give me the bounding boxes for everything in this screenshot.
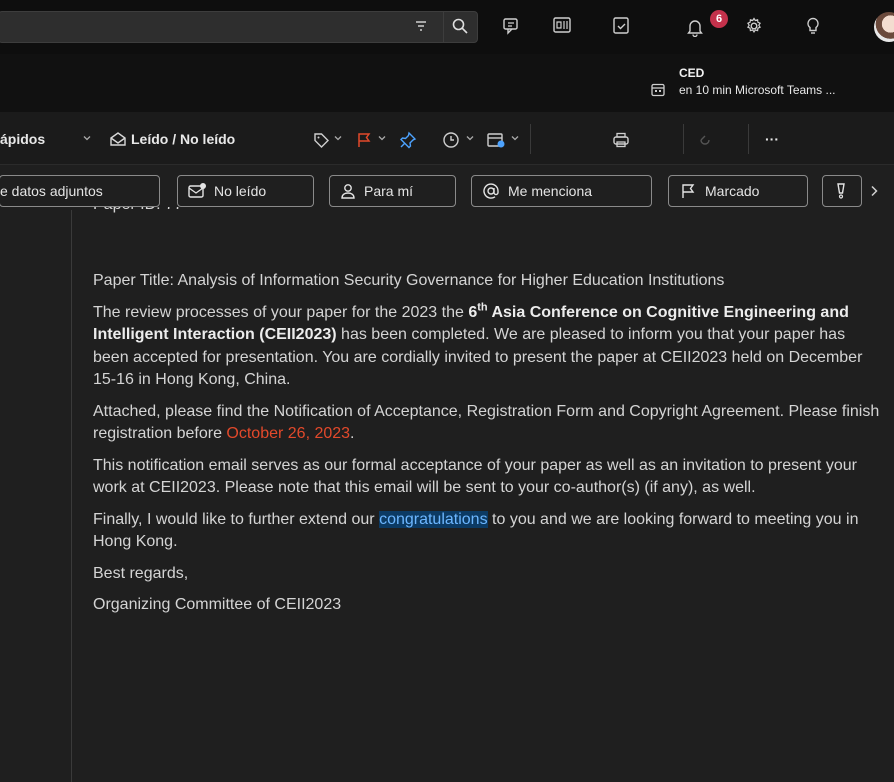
flag-outline-icon: [679, 182, 697, 200]
important-icon: [835, 182, 847, 200]
filter-important-chip[interactable]: [822, 175, 862, 207]
filter-to-me-chip[interactable]: Para mí: [329, 175, 456, 207]
rules-icon[interactable]: [486, 131, 506, 149]
ribbon-divider: [530, 124, 531, 154]
finally-paragraph: Finally, I would like to further extend …: [93, 509, 883, 554]
chevron-right-icon[interactable]: [868, 184, 880, 198]
highlighted-word[interactable]: congratulations: [379, 510, 488, 528]
paper-title: Paper Title: Analysis of Information Sec…: [93, 272, 725, 289]
paper-id-clip: Paper ID: 77: [93, 207, 883, 232]
reminder-title[interactable]: CED: [679, 66, 704, 80]
filter-flagged-chip[interactable]: Marcado: [668, 175, 808, 207]
lightbulb-icon[interactable]: [803, 16, 823, 36]
filter-mentions-chip[interactable]: Me menciona: [471, 175, 652, 207]
filter-to-me-label: Para mí: [364, 183, 414, 199]
notification-badge: 6: [710, 10, 728, 28]
review-paragraph: The review processes of your paper for t…: [93, 302, 883, 392]
signature: Organizing Committee of CEII2023: [93, 596, 342, 613]
reminder-subtitle[interactable]: en 10 min Microsoft Teams ...: [679, 83, 836, 97]
onenote-icon[interactable]: [552, 15, 572, 35]
tag-icon[interactable]: [312, 131, 330, 149]
ribbon-border: [0, 164, 894, 165]
gear-icon[interactable]: [744, 16, 764, 36]
review-text-1: The review processes of your paper for t…: [93, 303, 469, 321]
notification-paragraph: This notification email serves as our fo…: [93, 456, 857, 497]
pin-icon[interactable]: [399, 131, 417, 149]
ribbon-divider: [748, 124, 749, 154]
search-input[interactable]: [0, 11, 478, 43]
best-regards: Best regards,: [93, 564, 189, 582]
filter-attachments-chip[interactable]: e datos adjuntos: [0, 175, 160, 207]
bell-icon[interactable]: [685, 17, 705, 37]
email-body: Paper Title: Analysis of Information Sec…: [93, 270, 883, 617]
chevron-down-icon[interactable]: [510, 133, 520, 143]
read-unread-button[interactable]: Leído / No leído: [131, 131, 235, 147]
chevron-down-icon[interactable]: [82, 133, 92, 143]
search-icon[interactable]: [451, 17, 469, 35]
print-icon[interactable]: [612, 131, 630, 149]
person-icon: [340, 183, 356, 199]
paper-id: Paper ID: 77: [93, 207, 883, 217]
snooze-clock-icon[interactable]: [442, 131, 460, 149]
filter-attachments-label: e datos adjuntos: [0, 183, 103, 199]
envelope-open-icon[interactable]: [109, 130, 127, 148]
quick-steps-label[interactable]: ápidos: [0, 131, 45, 147]
unread-mail-icon: [188, 183, 206, 199]
finally-text-1: Finally, I would like to further extend …: [93, 510, 380, 528]
reading-pane-border: [71, 210, 72, 782]
at-sign-icon: [482, 182, 500, 200]
attached-text-1: Attached, please find the Notification o…: [93, 402, 880, 443]
calendar-icon: [650, 82, 666, 98]
filter-unread-chip[interactable]: No leído: [177, 175, 314, 207]
filter-mentions-label: Me menciona: [508, 183, 593, 199]
ordinal-number: 6: [468, 303, 478, 321]
search-divider: [443, 12, 444, 42]
filter-icon[interactable]: [414, 19, 428, 33]
undo-icon[interactable]: [696, 131, 714, 149]
chevron-down-icon[interactable]: [377, 133, 387, 143]
todo-icon[interactable]: [611, 16, 631, 36]
attached-paragraph: Attached, please find the Notification o…: [93, 401, 883, 446]
ribbon-divider: [683, 124, 684, 154]
filter-unread-label: No leído: [214, 183, 267, 199]
meet-now-icon[interactable]: [502, 16, 522, 36]
chevron-down-icon[interactable]: [465, 133, 475, 143]
attached-text-2: .: [350, 425, 355, 442]
registration-deadline: October 26, 2023: [226, 425, 351, 442]
filter-flagged-label: Marcado: [705, 183, 760, 199]
more-options-button[interactable]: ···: [765, 131, 779, 147]
ordinal-suffix: th: [477, 301, 488, 314]
flag-icon[interactable]: [355, 131, 373, 149]
chevron-down-icon[interactable]: [333, 133, 343, 143]
